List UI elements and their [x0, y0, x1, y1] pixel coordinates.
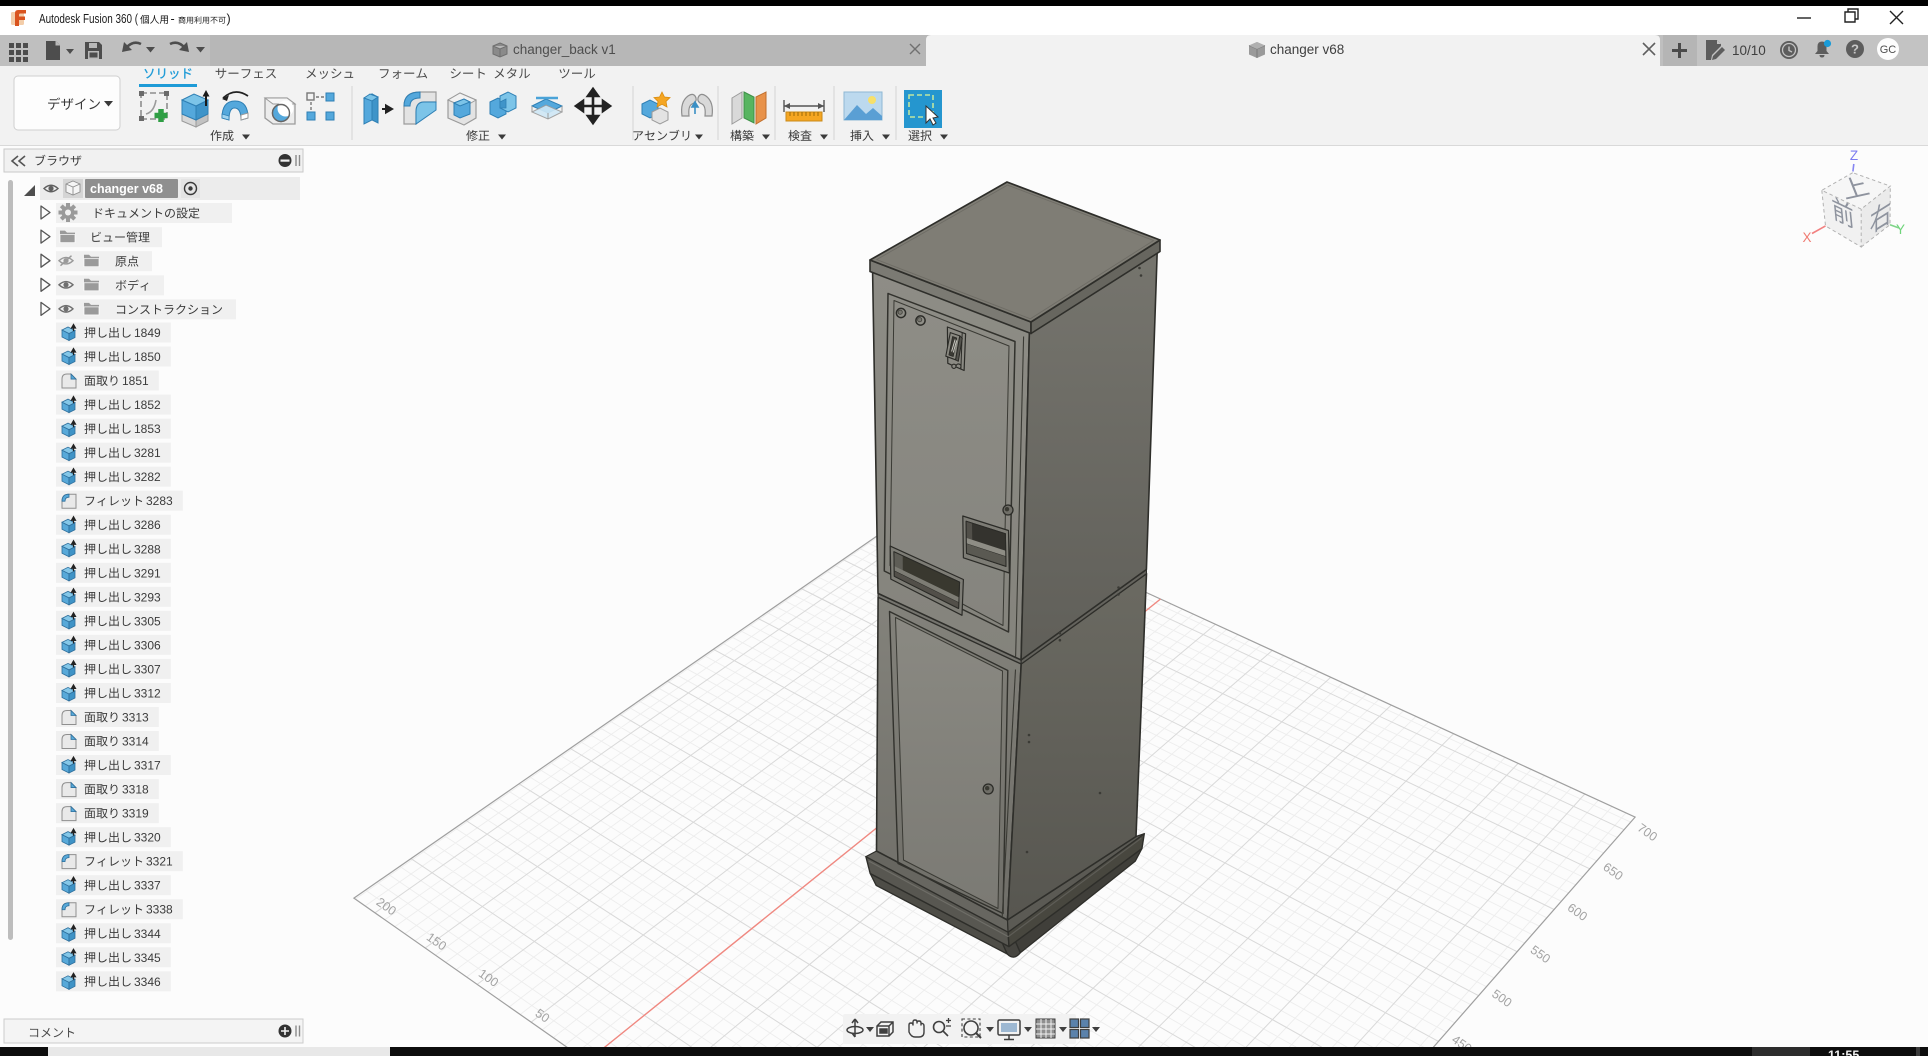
svg-text:3312: 3312 [134, 686, 161, 700]
svg-text:11:55: 11:55 [1828, 1049, 1859, 1056]
svg-text:3306: 3306 [134, 638, 161, 652]
svg-text:X: X [1802, 230, 1811, 245]
svg-text:Y: Y [1896, 222, 1905, 237]
svg-text:3319: 3319 [122, 807, 149, 821]
svg-text:3320: 3320 [134, 831, 161, 845]
svg-text:3345: 3345 [134, 951, 161, 965]
svg-text:3346: 3346 [134, 975, 161, 989]
svg-text:3305: 3305 [134, 614, 161, 628]
svg-text:changer v68: changer v68 [90, 182, 163, 196]
svg-text:1851: 1851 [122, 374, 149, 388]
svg-text:3288: 3288 [134, 542, 161, 556]
svg-text:3338: 3338 [146, 903, 173, 917]
svg-text:3344: 3344 [134, 927, 161, 941]
svg-text:10/10: 10/10 [1732, 43, 1766, 58]
svg-text:1850: 1850 [134, 350, 161, 364]
svg-text:3314: 3314 [122, 735, 149, 749]
svg-text:3318: 3318 [122, 783, 149, 797]
svg-text:3313: 3313 [122, 710, 149, 724]
svg-text:GC: GC [1880, 44, 1897, 56]
svg-text:3282: 3282 [134, 470, 161, 484]
svg-text:3286: 3286 [134, 518, 161, 532]
svg-text:3317: 3317 [134, 759, 161, 773]
svg-text:Z: Z [1850, 148, 1858, 163]
svg-text:3291: 3291 [134, 566, 161, 580]
svg-text:3321: 3321 [146, 855, 173, 869]
svg-text:changer v68: changer v68 [1270, 42, 1344, 57]
svg-text:3283: 3283 [146, 494, 173, 508]
svg-text:1852: 1852 [134, 398, 161, 412]
svg-text:Autodesk Fusion 360 (: Autodesk Fusion 360 ( [39, 12, 139, 26]
svg-text:1849: 1849 [134, 326, 161, 340]
svg-text:3337: 3337 [134, 879, 161, 893]
svg-text:?: ? [1851, 42, 1859, 57]
svg-text:-: - [171, 12, 175, 26]
svg-text:changer_back v1: changer_back v1 [513, 42, 616, 57]
svg-text:3293: 3293 [134, 590, 161, 604]
svg-text:): ) [227, 12, 231, 26]
svg-text:1853: 1853 [134, 422, 161, 436]
svg-text:3281: 3281 [134, 446, 161, 460]
svg-text:3307: 3307 [134, 662, 161, 676]
